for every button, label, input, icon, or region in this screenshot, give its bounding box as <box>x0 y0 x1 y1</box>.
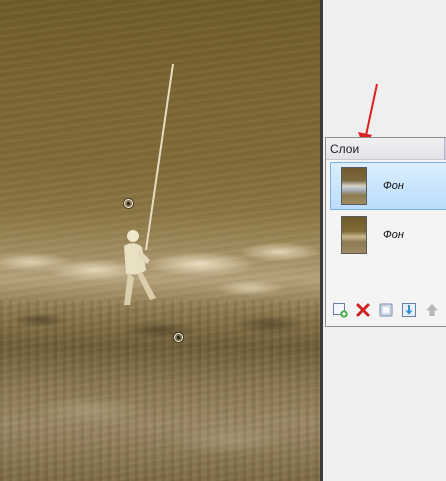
layers-panel: Слои Фон Фон <box>325 137 446 327</box>
layer-name: Фон <box>383 180 404 192</box>
anchor-point-marker[interactable] <box>174 333 183 342</box>
image-canvas[interactable] <box>0 0 320 481</box>
layer-name: Фон <box>383 229 404 241</box>
fishing-rod <box>145 63 174 251</box>
panel-title: Слои <box>330 141 360 156</box>
add-layer-icon <box>333 303 348 318</box>
fisherman-scene <box>124 63 174 305</box>
fisherman-figure <box>124 230 156 305</box>
layers-toolbar <box>332 302 440 318</box>
delete-layer-icon <box>356 303 370 317</box>
delete-layer-button[interactable] <box>355 302 371 318</box>
duplicate-layer-button[interactable] <box>378 302 394 318</box>
layer-thumbnail <box>341 167 367 205</box>
canvas-divider <box>320 0 323 481</box>
move-layer-up-button[interactable] <box>424 302 440 318</box>
panel-titlebar[interactable]: Слои <box>326 137 446 160</box>
layer-row-selected[interactable]: Фон <box>330 162 446 210</box>
duplicate-layer-icon <box>379 303 393 317</box>
anchor-point-marker[interactable] <box>124 199 133 208</box>
layer-thumbnail <box>341 216 367 254</box>
merge-down-button[interactable] <box>401 302 417 318</box>
add-layer-button[interactable] <box>332 302 348 318</box>
merge-down-icon <box>402 303 416 317</box>
layer-row[interactable]: Фон <box>330 211 446 259</box>
layers-list: Фон Фон <box>330 162 446 302</box>
move-up-icon <box>426 304 438 316</box>
